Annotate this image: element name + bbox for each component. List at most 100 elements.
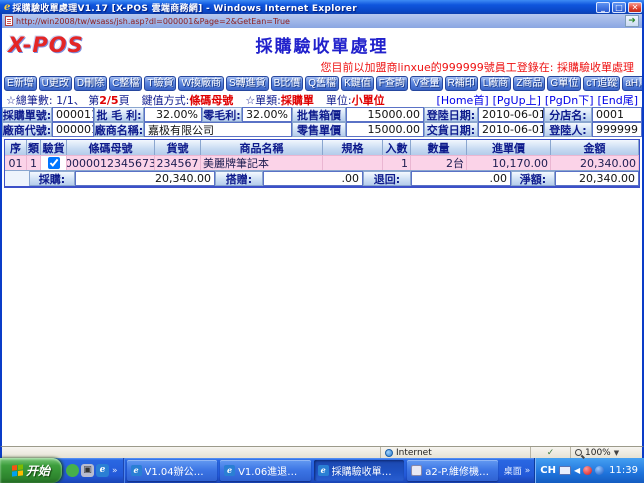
col-price: 進單價 [467,140,551,155]
start-button[interactable]: 开始 [0,458,62,483]
cell-spec [323,155,383,170]
hide-icons-chevron[interactable]: ◀ [574,466,580,475]
window-titlebar: e 採購驗收單處理V1.17 [X-POS 雲端商務網] - Windows I… [0,0,644,14]
toolbar-button-reprint[interactable]: R補印 [445,76,478,91]
messenger-icon[interactable] [66,464,79,477]
toolbar-button-track[interactable]: cT追蹤 [583,76,620,91]
col-amount: 金額 [551,140,639,155]
cell-amount: 20,340.00 [551,155,639,170]
vendor-code-label: 廠商代號: [2,122,52,137]
desktop-toolbar-label: 桌面 [504,464,522,477]
col-name: 商品名稱 [201,140,323,155]
minimize-button[interactable]: _ [596,2,610,13]
operator-field[interactable]: 999999 [592,122,642,137]
items-table: 序 類 驗貨 條碼母號 貨號 商品名稱 規格 入數 數量 進單價 金額 01 1… [4,139,640,188]
entry-date-field[interactable]: 2010-06-01 [478,107,544,122]
internet-zone: Internet [380,447,530,458]
toolbar-button-query[interactable]: F查詢 [376,76,408,91]
toolbar-button-vendor[interactable]: L廠商 [480,76,512,91]
cell-barcode: 0000012345673 [67,155,155,170]
retail-price-label: 零售單價 [292,122,346,137]
toolbar-button-key-value[interactable]: K鍵值 [341,76,374,91]
col-spec: 規格 [323,140,383,155]
language-indicator[interactable]: CH [540,465,556,476]
operator-label: 登陸人: [544,122,592,137]
entry-date-label: 登陸日期: [424,107,478,122]
zoom-control[interactable]: 100% ▼ [570,447,642,458]
cell-pack: 1 [383,155,411,170]
toolbar-button-unit[interactable]: G單位 [547,76,581,91]
url-text[interactable]: http://win2008/tw/wsass/jsh.asp?dl=00000… [16,17,622,26]
branch-field[interactable]: 0001 [592,107,642,122]
taskbar-task-2[interactable]: e V1.06進退貨未結... [220,460,311,481]
toolbar-button-file[interactable]: C整檔 [109,76,142,91]
col-barcode: 條碼母號 [67,140,155,155]
toolbar-button-help[interactable]: aH幫助 [622,76,644,91]
desktop-toolbar[interactable]: 桌面 » [501,458,535,483]
page-content: X-POS 採購驗收單處理 您目前以加盟商linxue的999999號員工登錄在… [0,28,644,446]
page-header: X-POS 採購驗收單處理 [2,28,642,61]
toolbar-button-product[interactable]: Z商品 [513,76,545,91]
retail-margin-label: 零毛利: [202,107,242,122]
taskbar-tasks: e V1.04辦公區 (X-P... e V1.06進退貨未結... e 採購驗… [124,458,501,483]
wholesale-margin-field[interactable]: 32.00% [144,107,202,122]
toolbar-button-compare-price[interactable]: B比價 [271,76,304,91]
toolbar-button-change-vendor[interactable]: W換廠商 [178,76,223,91]
go-button[interactable]: ➜ [625,15,639,27]
inspected-checkbox[interactable] [48,157,60,169]
page-indicator: 2/5 [99,94,118,107]
ie-quicklaunch-icon[interactable]: e [96,464,109,477]
taskbar-task-1[interactable]: e V1.04辦公區 (X-P... [127,460,218,481]
po-number-field[interactable]: 000011 [52,107,94,122]
col-type: 類 [27,140,41,155]
vendor-name-field[interactable]: 嘉极有限公司 [144,122,292,137]
info-bar: ☆總筆數: 1/1、 第2/5頁 鍵值方式: 條碼母號 ☆單類: 採購單 單位:… [2,93,642,107]
bonus-total-label: 搭贈: [215,171,263,186]
col-item-no: 貨號 [155,140,201,155]
nav-pgup[interactable]: [PgUp上] [493,92,541,108]
desktop-toolbar-chevron[interactable]: » [524,466,532,476]
page-title: 採購驗收單處理 [256,32,389,57]
zoom-dropdown-arrow[interactable]: ▼ [614,449,619,457]
login-notice: 您目前以加盟商linxue的999999號員工登錄在: 採購驗收單處理 [2,61,642,75]
tray-status-icon-blue[interactable] [595,466,604,475]
keyboard-icon[interactable] [559,466,571,475]
close-button[interactable]: ✕ [628,2,642,13]
toolbar-button-edit[interactable]: U更改 [39,76,72,91]
net-total-label: 淨額: [511,171,555,186]
document-task-icon [411,465,422,476]
show-desktop-icon[interactable]: ▣ [81,464,94,477]
taskbar-task-3-active[interactable]: e 採購驗收單處理V... [314,460,405,481]
vendor-code-field[interactable]: 000001 [52,122,94,137]
taskbar-task-4[interactable]: a2-P.維修機操作... [407,460,498,481]
toolbar: E新增 U更改 D刪除 C整檔 T驗貨 W換廠商 S轉進貨 B比價 Q舊檔 K鍵… [2,75,642,93]
col-qty: 數量 [411,140,467,155]
quick-launch: ▣ e » [62,458,124,483]
toolbar-button-to-stockin[interactable]: S轉進貨 [226,76,269,91]
window-title: 採購驗收單處理V1.17 [X-POS 雲端商務網] - Windows Int… [12,1,594,14]
wholesale-margin-label: 批 毛 利: [94,107,144,122]
ie-task-icon: e [224,465,235,476]
retail-margin-field[interactable]: 32.00% [242,107,292,122]
tray-status-icon-red[interactable] [583,466,592,475]
cell-name: 美麗牌筆記本 [201,155,323,170]
form-row-2: 廠商代號: 000001 廠商名稱: 嘉极有限公司 零售單價 15000.00 … [2,122,642,137]
col-pack: 入數 [383,140,411,155]
toolbar-button-delete[interactable]: D刪除 [74,76,107,91]
toolbar-button-old-file[interactable]: Q舊檔 [305,76,339,91]
case-price-label: 批售箱價 [292,107,346,122]
toolbar-button-new[interactable]: E新增 [4,76,37,91]
quicklaunch-overflow-chevron[interactable]: » [111,466,119,476]
summary-row: 採購: 20,340.00 搭贈: .00 退回: .00 淨額: 20,340… [5,170,639,186]
ie-task-icon: e [318,465,329,476]
cell-item-no: 234567 [155,155,201,170]
internet-zone-label: Internet [396,448,432,458]
delivery-date-field[interactable]: 2010-06-01 [478,122,544,137]
toolbar-button-quantity[interactable]: V查量 [410,76,443,91]
toolbar-button-inspect[interactable]: T驗貨 [144,76,176,91]
retail-price-field[interactable]: 15000.00 [346,122,424,137]
cell-seq: 01 [5,155,27,170]
maximize-button[interactable]: □ [612,2,626,13]
case-price-field[interactable]: 15000.00 [346,107,424,122]
nav-end[interactable]: [End尾] [598,92,639,108]
